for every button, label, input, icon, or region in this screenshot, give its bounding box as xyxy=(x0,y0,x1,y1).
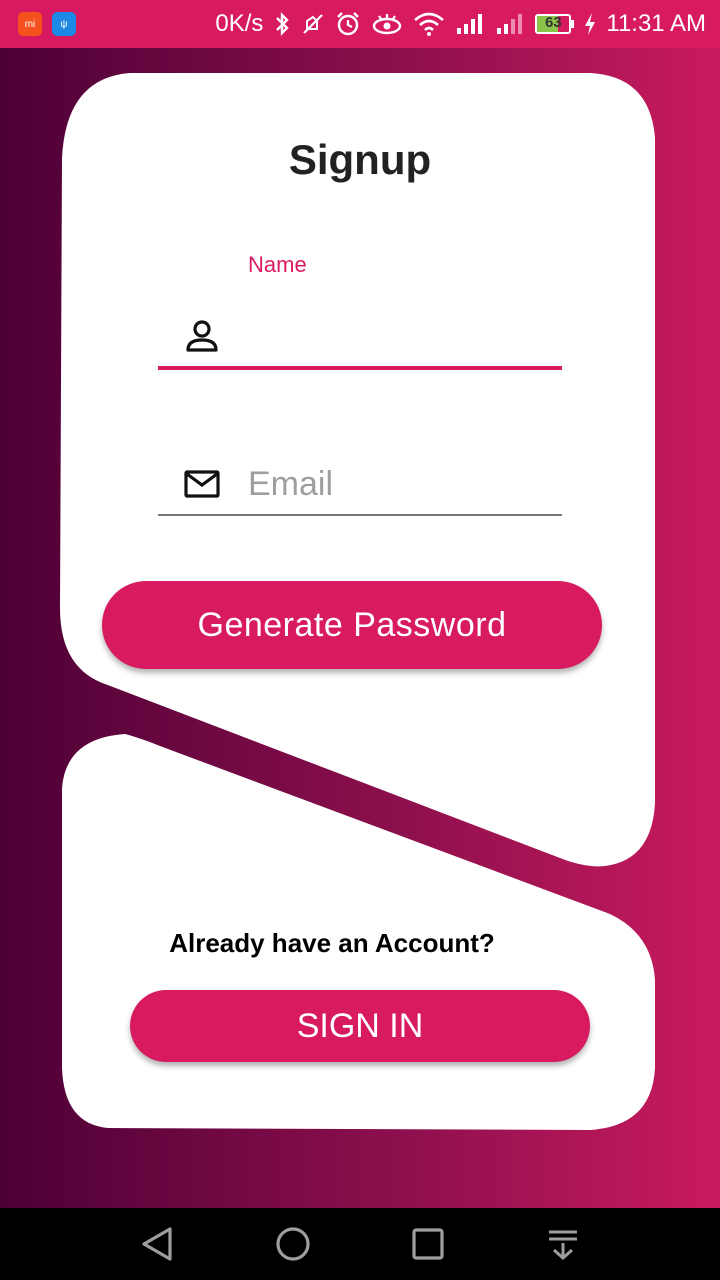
recents-icon[interactable] xyxy=(398,1214,458,1274)
signal-icon xyxy=(455,12,485,36)
wifi-icon xyxy=(413,12,445,36)
mute-icon xyxy=(301,12,325,36)
notification-drawer-icon[interactable] xyxy=(533,1214,593,1274)
email-input[interactable] xyxy=(248,462,548,506)
already-have-account-text: Already have an Account? xyxy=(169,928,495,958)
name-field-label: Name xyxy=(248,252,307,277)
email-field[interactable] xyxy=(158,454,562,516)
sign-in-button[interactable]: SIGN IN xyxy=(130,990,590,1062)
navigation-bar xyxy=(0,1208,720,1280)
name-field[interactable] xyxy=(158,306,562,370)
home-icon[interactable] xyxy=(263,1214,323,1274)
name-input[interactable] xyxy=(248,314,548,358)
back-icon[interactable] xyxy=(128,1214,188,1274)
generate-password-button[interactable]: Generate Password xyxy=(102,581,602,669)
mail-icon xyxy=(184,470,220,498)
signup-screen: Signup Name Generate Password Already ha… xyxy=(0,48,720,1208)
battery-icon: 63 xyxy=(535,14,575,34)
signal-icon xyxy=(495,12,525,36)
clock: 11:31 AM xyxy=(606,10,706,37)
charging-icon xyxy=(584,12,596,36)
eye-care-icon xyxy=(371,12,403,36)
alarm-icon xyxy=(335,11,361,37)
mi-app-icon: mi xyxy=(18,12,42,36)
usb-icon: ψ xyxy=(52,12,76,36)
status-bar: mi ψ 0K/s 63 11:31 AM xyxy=(0,0,720,48)
battery-level: 63 xyxy=(545,14,562,31)
page-title: Signup xyxy=(288,136,432,183)
bluetooth-icon xyxy=(273,12,291,36)
person-icon xyxy=(186,320,218,352)
network-speed: 0K/s xyxy=(215,10,264,37)
